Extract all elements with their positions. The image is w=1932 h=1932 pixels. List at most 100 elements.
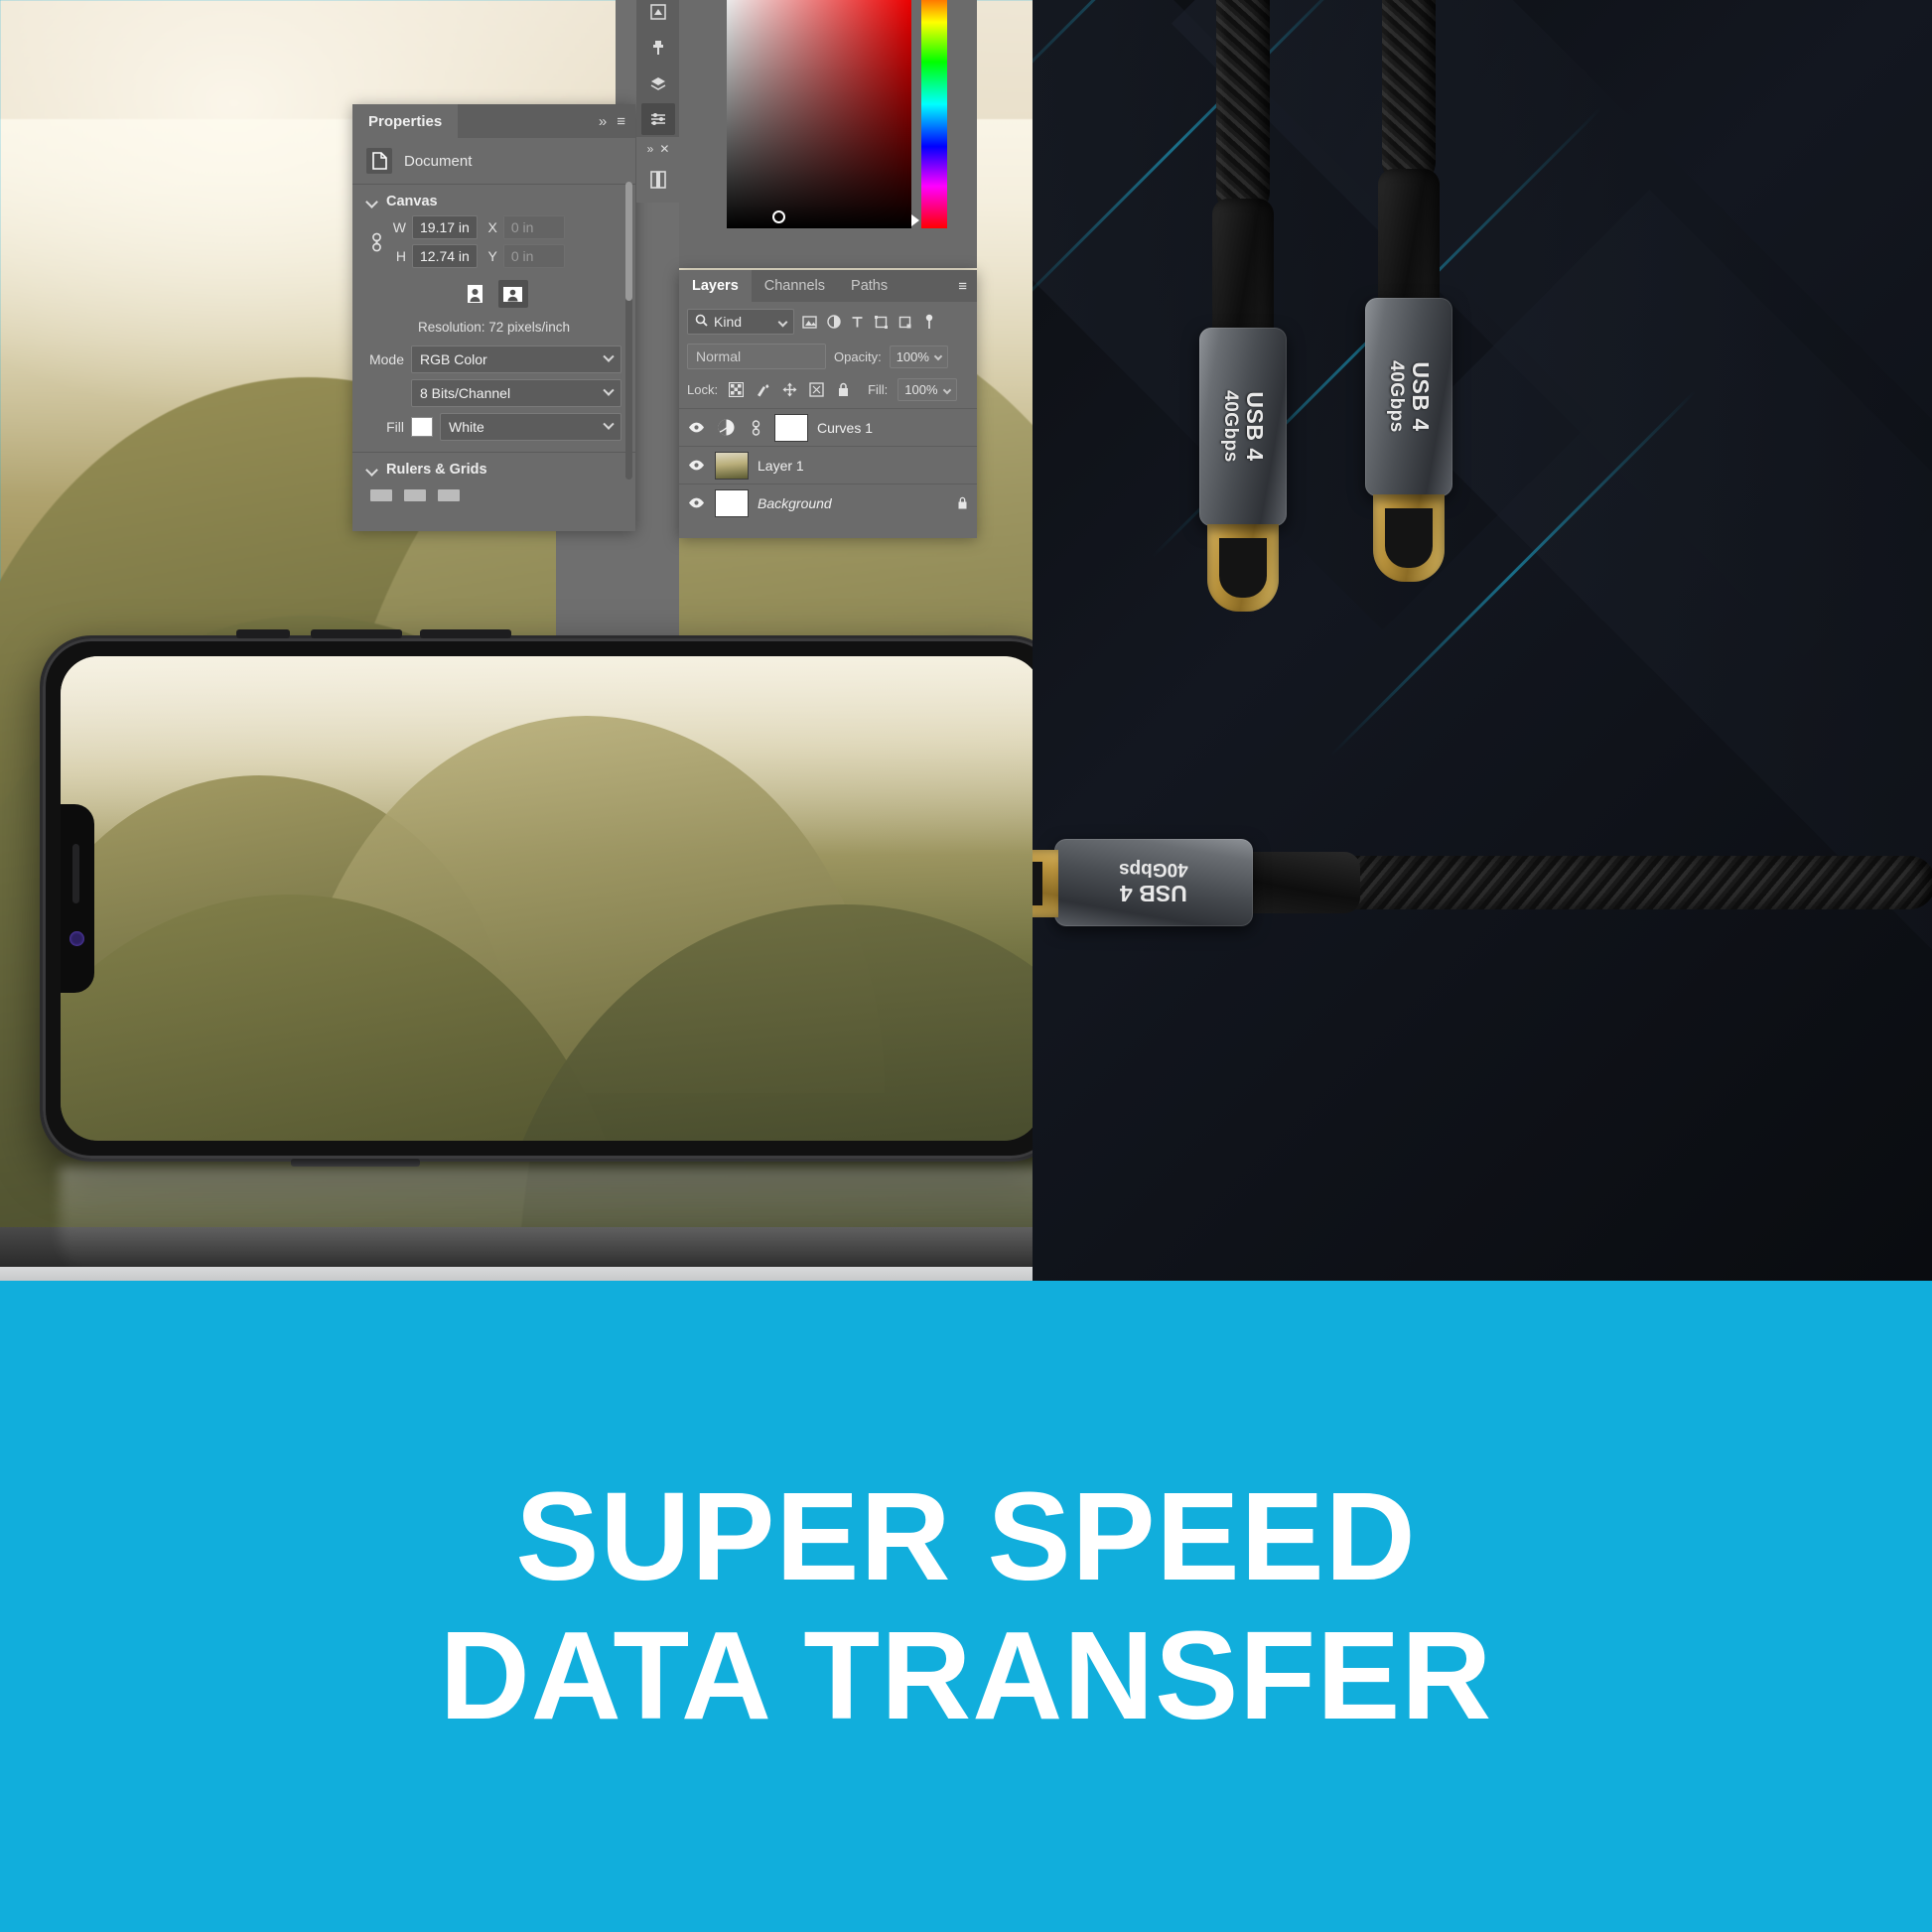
filter-adjustment-icon[interactable] — [825, 314, 842, 331]
properties-sliders-icon[interactable] — [641, 103, 675, 135]
scrollbar-thumb[interactable] — [625, 182, 632, 301]
color-field[interactable] — [727, 0, 911, 228]
x-label: X — [487, 219, 497, 235]
rulers-grids-section-header[interactable]: Rulers & Grids — [352, 453, 635, 482]
x-input[interactable]: 0 in — [502, 215, 565, 239]
connector-shell: USB 4 40Gbps — [1054, 839, 1253, 926]
color-picker-panel[interactable] — [679, 0, 977, 268]
fill-value: White — [449, 419, 484, 435]
lock-artboard-icon[interactable] — [808, 381, 825, 398]
portrait-orientation-icon[interactable] — [461, 280, 490, 308]
layers-panel[interactable]: Layers Channels Paths ≡ Kind Normal Opac… — [679, 270, 977, 538]
connector-label: USB 4 40Gbps — [1119, 859, 1188, 907]
layer-name[interactable]: Background — [758, 495, 832, 511]
product-marketing-image: Properties » ≡ Document Canvas W 19.17 i… — [0, 0, 1932, 1932]
connector-label-line2: 40Gbps — [1219, 390, 1241, 464]
properties-panel[interactable]: Properties » ≡ Document Canvas W 19.17 i… — [352, 104, 635, 531]
filter-toggle-icon[interactable] — [920, 314, 937, 331]
y-input[interactable]: 0 in — [502, 244, 565, 268]
chevron-down-icon — [777, 317, 788, 327]
filter-type-icon[interactable] — [849, 314, 866, 331]
libraries-button[interactable] — [636, 161, 680, 203]
bit-depth-select[interactable]: 8 Bits/Channel — [411, 379, 621, 407]
filter-kind-label: Kind — [714, 314, 743, 330]
hue-slider[interactable] — [921, 0, 947, 228]
bit-depth-value: 8 Bits/Channel — [420, 385, 511, 401]
clone-stamp-icon[interactable] — [641, 32, 675, 64]
fill-select[interactable]: White — [440, 413, 621, 441]
fill-color-swatch[interactable] — [411, 417, 433, 437]
lock-all-icon[interactable] — [835, 381, 852, 398]
phone-notch — [61, 804, 94, 993]
table-row[interactable]: Curves 1 — [679, 408, 977, 446]
chevron-double-right-icon[interactable]: » — [647, 142, 654, 156]
chevron-down-icon[interactable] — [366, 465, 377, 476]
usb-c-tip — [1033, 850, 1058, 917]
usb-c-tip-inner — [1033, 862, 1042, 905]
table-row[interactable]: Background — [679, 483, 977, 521]
color-mode-select[interactable]: RGB Color — [411, 345, 621, 373]
layer-name[interactable]: Curves 1 — [817, 420, 873, 436]
eye-icon[interactable] — [687, 460, 706, 471]
connector-label-line1: USB 4 — [1407, 361, 1434, 433]
connector-label-line2: 40Gbps — [1385, 360, 1407, 434]
blend-mode-select[interactable]: Normal — [687, 344, 826, 369]
chevron-down-icon — [933, 351, 943, 361]
chevron-down-icon — [603, 384, 615, 396]
panel-menu-icon[interactable]: ≡ — [958, 270, 977, 302]
table-row[interactable]: Layer 1 — [679, 446, 977, 483]
layer-mask-thumbnail[interactable] — [774, 413, 808, 442]
filter-smart-object-icon[interactable] — [897, 314, 913, 331]
lock-image-pixels-icon[interactable] — [755, 381, 771, 398]
layer-thumbnail[interactable] — [715, 451, 749, 480]
fill-input[interactable]: 100% — [897, 378, 957, 401]
rulers-icon[interactable] — [370, 489, 392, 501]
chevron-down-icon[interactable] — [366, 197, 377, 207]
opacity-input[interactable]: 100% — [889, 345, 948, 368]
chevron-down-icon — [942, 385, 951, 394]
fill-row: Fill White — [352, 410, 635, 444]
layer-name[interactable]: Layer 1 — [758, 458, 804, 474]
headline-line-1: SUPER SPEED — [515, 1466, 1417, 1607]
libraries-icon[interactable] — [649, 170, 667, 195]
guides-icon[interactable] — [438, 489, 460, 501]
panel-menu-icon[interactable]: ≡ — [617, 113, 625, 130]
landscape-orientation-icon[interactable] — [497, 280, 528, 308]
lock-transparent-pixels-icon[interactable] — [728, 381, 745, 398]
close-icon[interactable]: ✕ — [659, 142, 669, 156]
strip-collapse-row[interactable]: » ✕ — [636, 137, 680, 161]
strain-relief — [1212, 199, 1274, 347]
canvas-section-header[interactable]: Canvas — [352, 185, 635, 213]
connector-label: USB 4 40Gbps — [1385, 360, 1434, 434]
layers-tabbar: Layers Channels Paths ≡ — [679, 270, 977, 302]
eye-icon[interactable] — [687, 497, 706, 508]
width-input[interactable]: 19.17 in — [412, 215, 478, 239]
height-input[interactable]: 12.74 in — [412, 244, 478, 268]
filter-pixel-icon[interactable] — [801, 314, 818, 331]
adjustments-icon[interactable] — [641, 0, 675, 28]
tab-properties[interactable]: Properties — [352, 104, 459, 138]
eye-icon[interactable] — [687, 422, 706, 433]
chevron-double-right-icon[interactable]: » — [599, 113, 607, 130]
usb-c-tip-inner — [1385, 508, 1433, 568]
filter-shape-icon[interactable] — [873, 314, 890, 331]
filter-kind-select[interactable]: Kind — [687, 309, 794, 335]
hue-slider-handle[interactable] — [911, 214, 919, 226]
tab-layers[interactable]: Layers — [679, 270, 752, 302]
link-dimensions-icon[interactable] — [368, 231, 384, 253]
bit-depth-row: 8 Bits/Channel — [352, 376, 635, 410]
grid-icon[interactable] — [404, 489, 426, 501]
layers-comps-icon[interactable] — [641, 68, 675, 99]
phone-port — [291, 1159, 420, 1167]
tab-paths[interactable]: Paths — [838, 270, 901, 302]
layer-thumbnail[interactable] — [715, 488, 749, 517]
phone-volume-down-button — [420, 629, 511, 638]
fill-label: Fill: — [868, 382, 889, 397]
layer-mask-link-icon[interactable] — [748, 419, 763, 437]
properties-scrollbar[interactable] — [625, 182, 632, 480]
color-picker-cursor[interactable] — [772, 210, 785, 223]
lock-position-icon[interactable] — [781, 381, 798, 398]
tab-channels[interactable]: Channels — [751, 270, 839, 302]
connector-label-line1: USB 4 — [1241, 391, 1268, 463]
canvas-dimensions: W 19.17 in H 12.74 in X 0 in Y 0 in — [352, 213, 635, 270]
